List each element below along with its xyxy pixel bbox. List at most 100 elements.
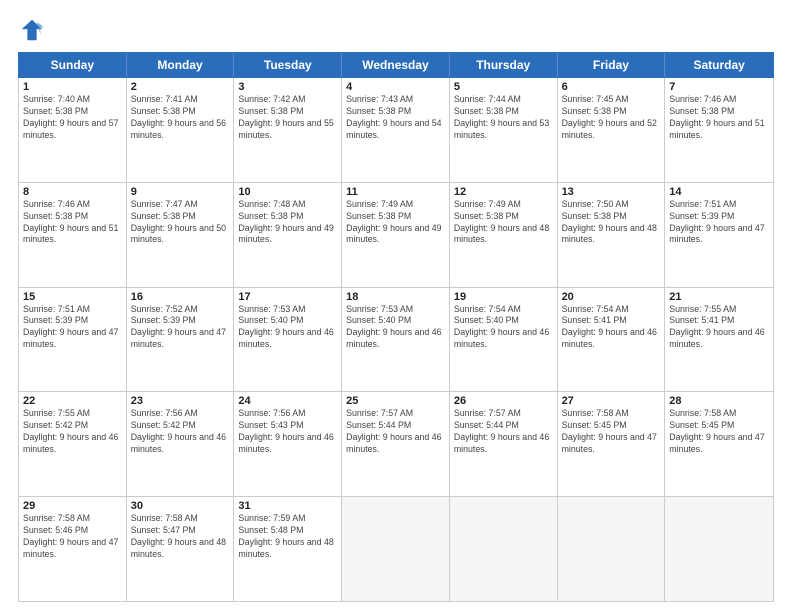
day-info: Sunrise: 7:51 AM Sunset: 5:39 PM Dayligh… — [23, 304, 122, 352]
day-number: 16 — [131, 291, 230, 303]
day-number: 23 — [131, 395, 230, 407]
calendar-cell-day-23: 23Sunrise: 7:56 AM Sunset: 5:42 PM Dayli… — [127, 392, 235, 496]
day-info: Sunrise: 7:48 AM Sunset: 5:38 PM Dayligh… — [238, 199, 337, 247]
day-number: 18 — [346, 291, 445, 303]
day-number: 2 — [131, 81, 230, 93]
calendar-cell-day-30: 30Sunrise: 7:58 AM Sunset: 5:47 PM Dayli… — [127, 497, 235, 601]
day-number: 31 — [238, 500, 337, 512]
day-info: Sunrise: 7:53 AM Sunset: 5:40 PM Dayligh… — [238, 304, 337, 352]
day-number: 30 — [131, 500, 230, 512]
calendar-cell-day-28: 28Sunrise: 7:58 AM Sunset: 5:45 PM Dayli… — [665, 392, 773, 496]
calendar-cell-day-19: 19Sunrise: 7:54 AM Sunset: 5:40 PM Dayli… — [450, 288, 558, 392]
calendar-cell-day-6: 6Sunrise: 7:45 AM Sunset: 5:38 PM Daylig… — [558, 78, 666, 182]
calendar-cell-day-27: 27Sunrise: 7:58 AM Sunset: 5:45 PM Dayli… — [558, 392, 666, 496]
calendar-cell-day-3: 3Sunrise: 7:42 AM Sunset: 5:38 PM Daylig… — [234, 78, 342, 182]
day-info: Sunrise: 7:57 AM Sunset: 5:44 PM Dayligh… — [454, 408, 553, 456]
calendar-cell-day-17: 17Sunrise: 7:53 AM Sunset: 5:40 PM Dayli… — [234, 288, 342, 392]
day-number: 20 — [562, 291, 661, 303]
day-number: 22 — [23, 395, 122, 407]
page: SundayMondayTuesdayWednesdayThursdayFrid… — [0, 0, 792, 612]
calendar-cell-day-4: 4Sunrise: 7:43 AM Sunset: 5:38 PM Daylig… — [342, 78, 450, 182]
weekday-header-thursday: Thursday — [450, 53, 558, 77]
day-info: Sunrise: 7:58 AM Sunset: 5:47 PM Dayligh… — [131, 513, 230, 561]
day-number: 28 — [669, 395, 769, 407]
calendar-cell-day-14: 14Sunrise: 7:51 AM Sunset: 5:39 PM Dayli… — [665, 183, 773, 287]
calendar-cell-day-12: 12Sunrise: 7:49 AM Sunset: 5:38 PM Dayli… — [450, 183, 558, 287]
calendar-body: 1Sunrise: 7:40 AM Sunset: 5:38 PM Daylig… — [18, 78, 774, 602]
day-number: 13 — [562, 186, 661, 198]
calendar-cell-empty — [665, 497, 773, 601]
day-info: Sunrise: 7:46 AM Sunset: 5:38 PM Dayligh… — [23, 199, 122, 247]
calendar-cell-day-21: 21Sunrise: 7:55 AM Sunset: 5:41 PM Dayli… — [665, 288, 773, 392]
day-number: 1 — [23, 81, 122, 93]
day-info: Sunrise: 7:56 AM Sunset: 5:42 PM Dayligh… — [131, 408, 230, 456]
day-info: Sunrise: 7:59 AM Sunset: 5:48 PM Dayligh… — [238, 513, 337, 561]
day-info: Sunrise: 7:51 AM Sunset: 5:39 PM Dayligh… — [669, 199, 769, 247]
day-info: Sunrise: 7:57 AM Sunset: 5:44 PM Dayligh… — [346, 408, 445, 456]
calendar-header: SundayMondayTuesdayWednesdayThursdayFrid… — [18, 52, 774, 78]
weekday-header-tuesday: Tuesday — [234, 53, 342, 77]
day-info: Sunrise: 7:50 AM Sunset: 5:38 PM Dayligh… — [562, 199, 661, 247]
day-info: Sunrise: 7:46 AM Sunset: 5:38 PM Dayligh… — [669, 94, 769, 142]
calendar-cell-day-5: 5Sunrise: 7:44 AM Sunset: 5:38 PM Daylig… — [450, 78, 558, 182]
day-info: Sunrise: 7:56 AM Sunset: 5:43 PM Dayligh… — [238, 408, 337, 456]
day-info: Sunrise: 7:49 AM Sunset: 5:38 PM Dayligh… — [346, 199, 445, 247]
header — [18, 16, 774, 44]
calendar-row-4: 22Sunrise: 7:55 AM Sunset: 5:42 PM Dayli… — [19, 392, 773, 497]
day-info: Sunrise: 7:53 AM Sunset: 5:40 PM Dayligh… — [346, 304, 445, 352]
weekday-header-monday: Monday — [127, 53, 235, 77]
calendar-row-2: 8Sunrise: 7:46 AM Sunset: 5:38 PM Daylig… — [19, 183, 773, 288]
day-info: Sunrise: 7:40 AM Sunset: 5:38 PM Dayligh… — [23, 94, 122, 142]
calendar-cell-empty — [342, 497, 450, 601]
day-number: 8 — [23, 186, 122, 198]
calendar-cell-day-24: 24Sunrise: 7:56 AM Sunset: 5:43 PM Dayli… — [234, 392, 342, 496]
day-info: Sunrise: 7:55 AM Sunset: 5:41 PM Dayligh… — [669, 304, 769, 352]
calendar-row-1: 1Sunrise: 7:40 AM Sunset: 5:38 PM Daylig… — [19, 78, 773, 183]
calendar-cell-day-1: 1Sunrise: 7:40 AM Sunset: 5:38 PM Daylig… — [19, 78, 127, 182]
day-number: 10 — [238, 186, 337, 198]
calendar-cell-day-2: 2Sunrise: 7:41 AM Sunset: 5:38 PM Daylig… — [127, 78, 235, 182]
calendar-cell-day-7: 7Sunrise: 7:46 AM Sunset: 5:38 PM Daylig… — [665, 78, 773, 182]
day-info: Sunrise: 7:58 AM Sunset: 5:46 PM Dayligh… — [23, 513, 122, 561]
day-number: 9 — [131, 186, 230, 198]
logo-icon — [18, 16, 46, 44]
calendar-cell-day-29: 29Sunrise: 7:58 AM Sunset: 5:46 PM Dayli… — [19, 497, 127, 601]
day-number: 6 — [562, 81, 661, 93]
calendar-cell-day-9: 9Sunrise: 7:47 AM Sunset: 5:38 PM Daylig… — [127, 183, 235, 287]
calendar-cell-day-13: 13Sunrise: 7:50 AM Sunset: 5:38 PM Dayli… — [558, 183, 666, 287]
weekday-header-friday: Friday — [558, 53, 666, 77]
calendar-cell-day-10: 10Sunrise: 7:48 AM Sunset: 5:38 PM Dayli… — [234, 183, 342, 287]
calendar-cell-day-26: 26Sunrise: 7:57 AM Sunset: 5:44 PM Dayli… — [450, 392, 558, 496]
day-info: Sunrise: 7:41 AM Sunset: 5:38 PM Dayligh… — [131, 94, 230, 142]
calendar-cell-day-20: 20Sunrise: 7:54 AM Sunset: 5:41 PM Dayli… — [558, 288, 666, 392]
day-info: Sunrise: 7:44 AM Sunset: 5:38 PM Dayligh… — [454, 94, 553, 142]
day-number: 24 — [238, 395, 337, 407]
day-info: Sunrise: 7:54 AM Sunset: 5:40 PM Dayligh… — [454, 304, 553, 352]
day-number: 17 — [238, 291, 337, 303]
day-info: Sunrise: 7:58 AM Sunset: 5:45 PM Dayligh… — [562, 408, 661, 456]
day-info: Sunrise: 7:43 AM Sunset: 5:38 PM Dayligh… — [346, 94, 445, 142]
day-number: 15 — [23, 291, 122, 303]
day-number: 19 — [454, 291, 553, 303]
calendar: SundayMondayTuesdayWednesdayThursdayFrid… — [18, 52, 774, 602]
day-info: Sunrise: 7:58 AM Sunset: 5:45 PM Dayligh… — [669, 408, 769, 456]
calendar-cell-day-16: 16Sunrise: 7:52 AM Sunset: 5:39 PM Dayli… — [127, 288, 235, 392]
calendar-cell-day-18: 18Sunrise: 7:53 AM Sunset: 5:40 PM Dayli… — [342, 288, 450, 392]
day-info: Sunrise: 7:42 AM Sunset: 5:38 PM Dayligh… — [238, 94, 337, 142]
day-number: 5 — [454, 81, 553, 93]
calendar-cell-day-8: 8Sunrise: 7:46 AM Sunset: 5:38 PM Daylig… — [19, 183, 127, 287]
day-number: 11 — [346, 186, 445, 198]
calendar-row-5: 29Sunrise: 7:58 AM Sunset: 5:46 PM Dayli… — [19, 497, 773, 601]
day-number: 12 — [454, 186, 553, 198]
day-number: 27 — [562, 395, 661, 407]
day-info: Sunrise: 7:49 AM Sunset: 5:38 PM Dayligh… — [454, 199, 553, 247]
day-number: 26 — [454, 395, 553, 407]
calendar-cell-day-15: 15Sunrise: 7:51 AM Sunset: 5:39 PM Dayli… — [19, 288, 127, 392]
calendar-cell-day-31: 31Sunrise: 7:59 AM Sunset: 5:48 PM Dayli… — [234, 497, 342, 601]
calendar-cell-day-11: 11Sunrise: 7:49 AM Sunset: 5:38 PM Dayli… — [342, 183, 450, 287]
day-info: Sunrise: 7:45 AM Sunset: 5:38 PM Dayligh… — [562, 94, 661, 142]
weekday-header-saturday: Saturday — [665, 53, 773, 77]
day-info: Sunrise: 7:47 AM Sunset: 5:38 PM Dayligh… — [131, 199, 230, 247]
weekday-header-sunday: Sunday — [19, 53, 127, 77]
day-info: Sunrise: 7:55 AM Sunset: 5:42 PM Dayligh… — [23, 408, 122, 456]
